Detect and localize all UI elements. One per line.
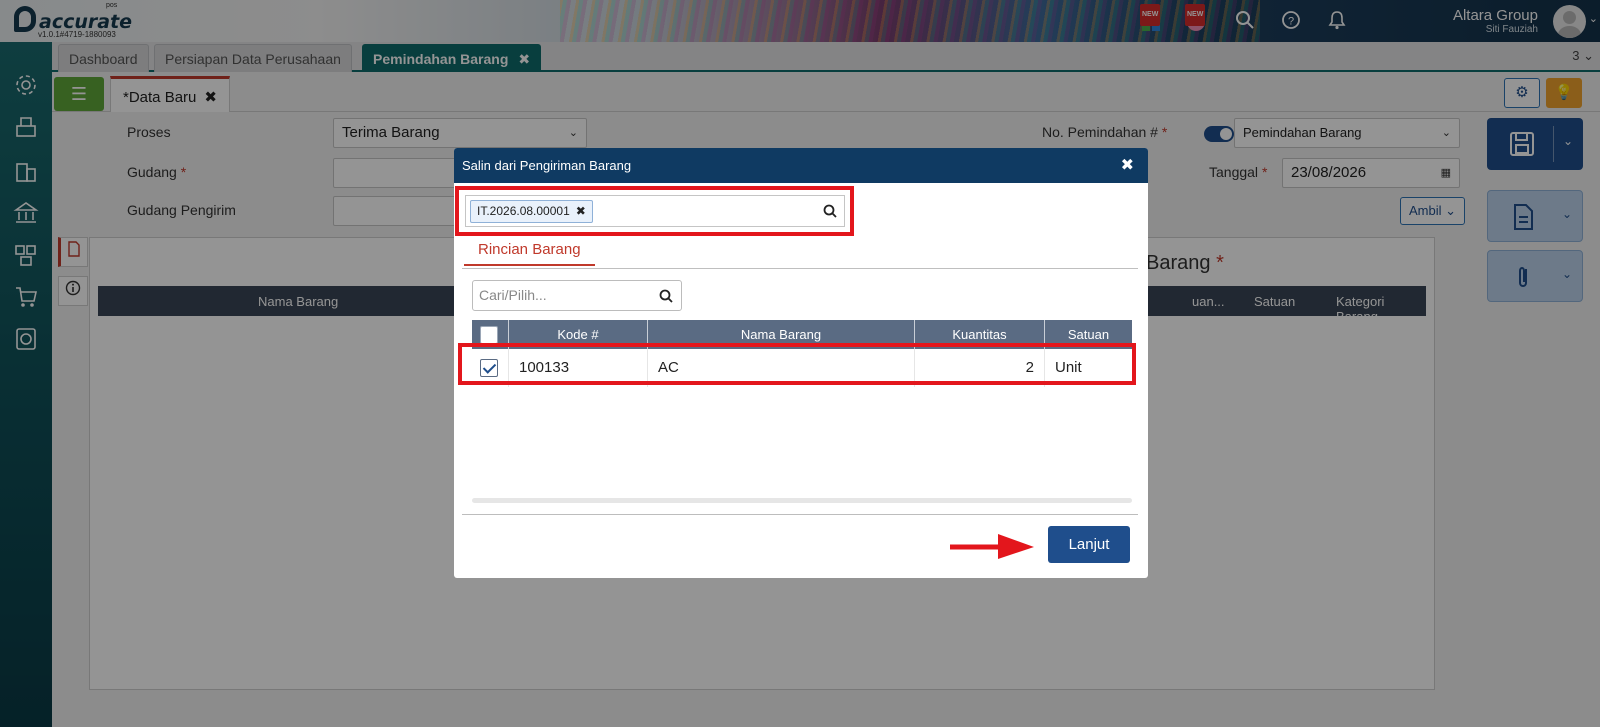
tab-rincian-barang[interactable]: Rincian Barang [464,236,595,266]
remove-chip-icon[interactable]: ✖ [576,204,586,218]
salin-dialog: Salin dari Pengiriman Barang ✖ IT.2026.0… [454,148,1148,578]
pengiriman-search-field[interactable]: IT.2026.08.00001 ✖ [465,195,845,227]
chip-value: IT.2026.08.00001 [477,204,570,218]
divider [462,268,1138,269]
pointer-arrow-icon [950,534,1034,559]
search-icon[interactable] [823,204,837,218]
lanjut-button[interactable]: Lanjut [1048,526,1130,563]
select-all-checkbox[interactable] [480,326,498,344]
close-icon[interactable]: ✖ [1121,148,1134,183]
horizontal-scrollbar[interactable] [472,498,1132,503]
selected-pengiriman-chip: IT.2026.08.00001 ✖ [470,200,593,223]
divider [462,514,1138,515]
dialog-header: Salin dari Pengiriman Barang ✖ [454,148,1148,183]
highlight-box [458,343,1136,385]
item-search-input[interactable]: Cari/Pilih... [472,280,682,311]
search-placeholder: Cari/Pilih... [479,287,547,303]
dialog-title: Salin dari Pengiriman Barang [462,158,632,173]
search-icon[interactable] [659,289,673,303]
